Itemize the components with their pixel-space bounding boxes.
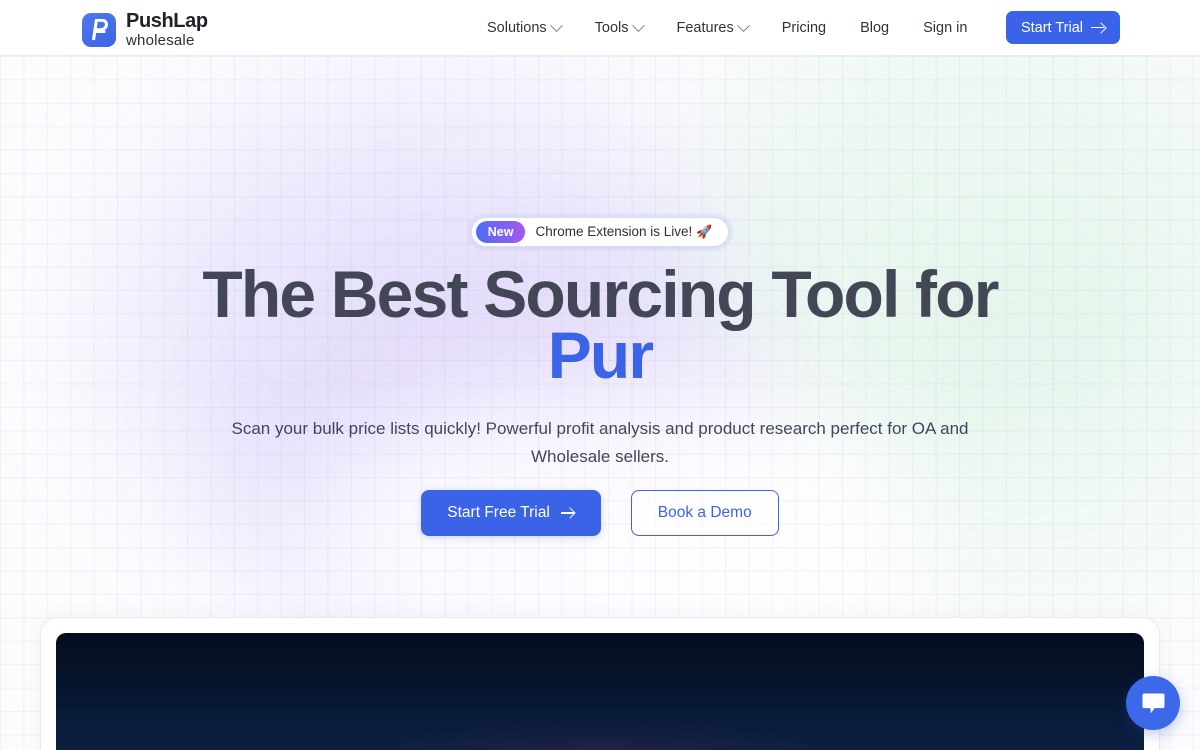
- nav-item-tools[interactable]: Tools: [578, 14, 660, 42]
- site-header: PushLap wholesale Solutions Tools Featur…: [0, 0, 1200, 56]
- start-trial-label: Start Trial: [1020, 19, 1083, 36]
- product-preview-card[interactable]: [40, 617, 1160, 750]
- arrow-right-icon: [1091, 21, 1105, 35]
- start-free-trial-button[interactable]: Start Free Trial: [421, 490, 601, 536]
- brand-logo-link[interactable]: PushLap wholesale: [82, 11, 208, 48]
- hero-subtitle: Scan your bulk price lists quickly! Powe…: [231, 419, 969, 466]
- arrow-right-icon: [560, 506, 575, 520]
- book-a-demo-button[interactable]: Book a Demo: [630, 490, 779, 536]
- brand-name-primary: PushLap: [126, 10, 208, 32]
- chevron-down-icon: [631, 18, 645, 32]
- nav-label-tools: Tools: [594, 20, 629, 36]
- badge-message-text: Chrome Extension is Live!: [535, 224, 693, 239]
- nav-item-blog[interactable]: Blog: [843, 14, 906, 42]
- rocket-icon: 🚀: [696, 224, 713, 239]
- nav-item-solutions[interactable]: Solutions: [470, 14, 578, 42]
- nav-label-features: Features: [676, 20, 734, 36]
- announcement-badge[interactable]: New Chrome Extension is Live! 🚀: [470, 217, 730, 247]
- nav-label-sign-in: Sign in: [923, 20, 968, 36]
- book-a-demo-label: Book a Demo: [657, 504, 752, 521]
- page-title: The Best Sourcing Tool for Pur: [0, 261, 1200, 388]
- hero-cta-row: Start Free Trial Book a Demo: [0, 490, 1200, 536]
- chevron-down-icon: [736, 18, 750, 32]
- chevron-down-icon: [549, 18, 563, 32]
- main-navigation: Solutions Tools Features Pricing Blog Si…: [470, 0, 984, 56]
- pushlap-logo-icon: [82, 12, 116, 47]
- product-screenshot-panel: [56, 633, 1144, 750]
- brand-name-secondary: wholesale: [126, 32, 195, 49]
- chat-widget-button[interactable]: [1126, 676, 1180, 730]
- start-trial-button[interactable]: Start Trial: [1005, 11, 1120, 44]
- badge-message: Chrome Extension is Live! 🚀: [535, 224, 712, 240]
- chat-bubble-icon: [1142, 693, 1164, 713]
- page-root: PushLap wholesale Solutions Tools Featur…: [0, 0, 1200, 750]
- nav-item-pricing[interactable]: Pricing: [765, 14, 843, 42]
- headline-typed-word: Pur: [547, 318, 654, 392]
- nav-label-solutions: Solutions: [487, 20, 547, 36]
- announcement-badge-wrap: New Chrome Extension is Live! 🚀: [0, 217, 1200, 247]
- nav-item-features[interactable]: Features: [660, 14, 765, 42]
- nav-item-sign-in[interactable]: Sign in: [906, 14, 984, 42]
- nav-label-pricing: Pricing: [781, 20, 827, 36]
- badge-new-pill: New: [475, 221, 526, 243]
- start-free-trial-label: Start Free Trial: [447, 504, 550, 521]
- nav-label-blog: Blog: [860, 20, 890, 36]
